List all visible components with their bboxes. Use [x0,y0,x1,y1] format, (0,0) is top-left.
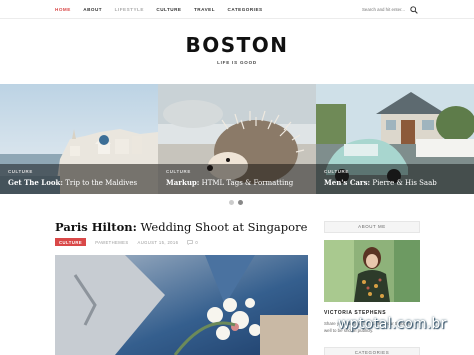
categories-widget-heading: CATEGORIES [324,347,420,355]
post-featured-image[interactable] [55,255,308,355]
post-category-badge[interactable]: CULTURE [55,238,87,246]
slide-title-rest: Trip to the Maldives [63,179,138,187]
nav-categories[interactable]: CATEGORIES [228,7,263,12]
slide-maldives[interactable]: CULTURE Get The Look: Trip to the Maldiv… [0,84,158,194]
featured-slider: CULTURE Get The Look: Trip to the Maldiv… [0,84,474,194]
search-box [362,4,418,15]
slide-title-bold: Markup: [166,178,200,187]
bouquet-photo [55,255,308,355]
post-title-bold: Paris Hilton: [55,220,137,234]
slider-dot-active[interactable] [238,200,243,205]
search-input[interactable] [362,7,408,12]
nav-travel[interactable]: TRAVEL [194,7,215,12]
slide-category[interactable]: CULTURE [324,169,466,174]
top-navigation: HOME ABOUT LIFESTYLE CULTURE TRAVEL CATE… [0,0,474,19]
slide-title-bold: Men's Cars: [324,178,371,187]
slide-caption: CULTURE Men's Cars: Pierre & His Saab [316,164,474,194]
nav-lifestyle[interactable]: LIFESTYLE [115,7,144,12]
slider-pagination [229,200,247,205]
slide-category[interactable]: CULTURE [8,169,150,174]
main-menu: HOME ABOUT LIFESTYLE CULTURE TRAVEL CATE… [55,0,275,19]
about-photo[interactable] [324,240,420,302]
post-author[interactable]: PAWETHEMES [95,240,128,245]
author-portrait [324,240,420,302]
slide-title[interactable]: Get The Look: Trip to the Maldives [8,178,150,187]
slide-markup[interactable]: CULTURE Markup: HTML Tags & Formatting [158,84,316,194]
site-logo[interactable]: BOSTON [0,33,474,57]
slide-category[interactable]: CULTURE [166,169,308,174]
post-meta: CULTURE PAWETHEMES AUGUST 15, 2016 0 [55,238,198,246]
post-date: AUGUST 15, 2016 [137,239,179,245]
nav-home[interactable]: HOME [55,7,71,12]
watermark: wptotal.com.br [338,316,447,332]
post-title[interactable]: Paris Hilton: Wedding Shoot at Singapore [55,220,307,234]
site-branding: BOSTON LIFE IS GOOD [0,33,474,65]
slide-caption: CULTURE Get The Look: Trip to the Maldiv… [0,164,158,194]
comment-icon [187,239,194,245]
slide-title-rest: HTML Tags & Formatting [199,179,294,187]
nav-about[interactable]: ABOUT [83,7,102,12]
post-title-rest: Wedding Shoot at Singapore [136,220,308,234]
slider-dot[interactable] [229,200,234,205]
slide-mens-cars[interactable]: CULTURE Men's Cars: Pierre & His Saab [316,84,474,194]
slide-title[interactable]: Men's Cars: Pierre & His Saab [324,178,466,187]
slide-title-rest: Pierre & His Saab [370,179,437,187]
about-widget-heading: ABOUT ME [324,221,420,233]
slide-title-bold: Get The Look: [8,178,63,187]
site-tagline: LIFE IS GOOD [217,60,257,65]
slide-caption: CULTURE Markup: HTML Tags & Formatting [158,164,316,194]
slide-title[interactable]: Markup: HTML Tags & Formatting [166,178,308,187]
comment-count[interactable]: 0 [195,240,197,245]
search-icon[interactable] [410,5,418,14]
nav-culture[interactable]: CULTURE [156,7,181,12]
